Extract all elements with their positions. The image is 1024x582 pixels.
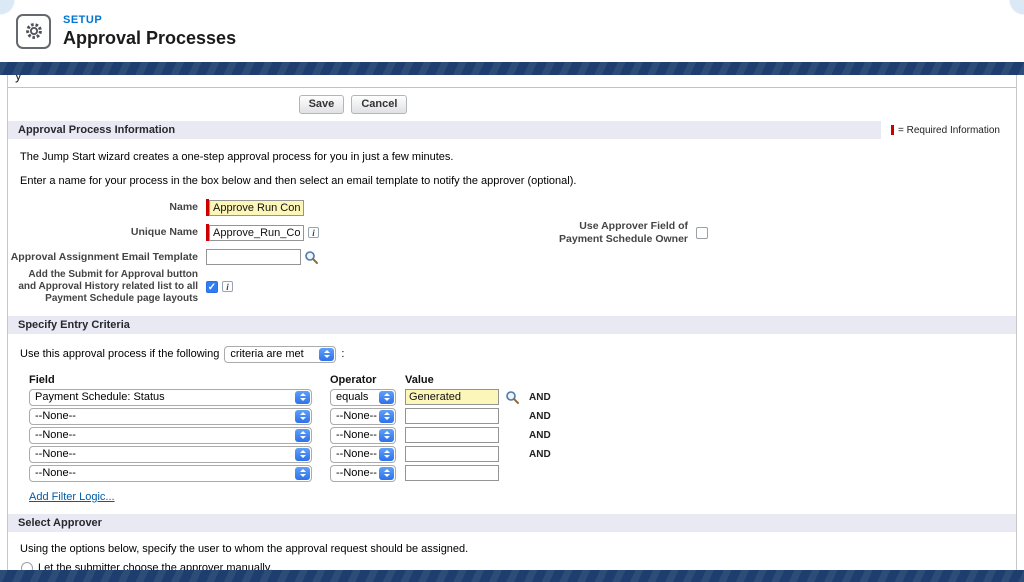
and-label: AND [529, 449, 551, 460]
unique-name-label: Unique Name [8, 226, 206, 239]
criteria-value-input[interactable] [405, 427, 499, 443]
unique-name-input[interactable] [209, 225, 304, 241]
select-arrows-icon [295, 391, 310, 404]
section-header-approval-process-information: Approval Process Information [8, 121, 881, 139]
setup-header: SETUP Approval Processes [0, 0, 1024, 62]
email-template-label: Approval Assignment Email Template [8, 251, 206, 264]
add-submit-checkbox[interactable]: ✓ [206, 281, 218, 293]
criteria-value-input[interactable] [405, 389, 499, 405]
clipped-heading: y [8, 75, 1016, 88]
criteria-row: --None-- --None-- AND [29, 446, 1016, 463]
section-header-row: Approval Process Information = Required … [8, 121, 1016, 139]
and-label: AND [529, 411, 551, 422]
criteria-mode-select[interactable]: criteria are met [224, 346, 336, 363]
add-submit-label: Add the Submit for Approval button and A… [8, 269, 206, 304]
select-arrows-icon [379, 467, 394, 480]
criteria-row: --None-- --None-- [29, 465, 1016, 482]
section-header-select-approver: Select Approver [8, 514, 1016, 532]
criteria-operator-select[interactable]: equals [330, 389, 396, 406]
name-input[interactable] [209, 200, 304, 216]
setup-icon-box [16, 14, 51, 49]
header-titles: SETUP Approval Processes [63, 14, 236, 49]
field-column-header: Field [29, 374, 330, 386]
criteria-row: --None-- --None-- AND [29, 427, 1016, 444]
select-arrows-icon [379, 429, 394, 442]
criteria-lead: Use this approval process if the followi… [20, 346, 1016, 363]
select-arrows-icon [379, 391, 394, 404]
criteria-row: --None-- --None-- AND [29, 408, 1016, 425]
add-filter-logic-link[interactable]: Add Filter Logic... [29, 491, 115, 503]
criteria-field-select[interactable]: --None-- [29, 427, 312, 444]
info-icon[interactable]: i [222, 281, 233, 292]
clipped-heading-text: y [15, 75, 22, 83]
section-header-specify-entry-criteria: Specify Entry Criteria [8, 316, 1016, 334]
criteria-field-select[interactable]: --None-- [29, 408, 312, 425]
info-icon[interactable]: i [308, 227, 319, 238]
criteria-value-input[interactable] [405, 446, 499, 462]
save-button[interactable]: Save [299, 95, 345, 114]
gear-icon [24, 21, 44, 41]
header-divider-strip [0, 62, 1024, 75]
radio-label: Let the submitter choose the approver ma… [38, 562, 273, 570]
select-arrows-icon [319, 348, 334, 361]
criteria-lead-text: Use this approval process if the followi… [20, 348, 219, 360]
process-info-form: Name Unique Name i Use Approver Field of… [8, 199, 1016, 305]
criteria-field-select[interactable]: --None-- [29, 446, 312, 463]
criteria-column-headers: Field Operator Value [29, 374, 1016, 386]
page-title: Approval Processes [63, 28, 236, 49]
lookup-icon[interactable] [304, 250, 319, 265]
select-arrows-icon [379, 448, 394, 461]
select-arrows-icon [295, 410, 310, 423]
criteria-lead-colon: : [341, 348, 344, 360]
select-arrows-icon [295, 448, 310, 461]
criteria-operator-select[interactable]: --None-- [330, 408, 396, 425]
email-template-input[interactable] [206, 249, 301, 265]
criteria-field-select[interactable]: Payment Schedule: Status [29, 389, 312, 406]
value-column-header: Value [405, 374, 434, 386]
required-legend: = Required Information [881, 125, 1016, 136]
intro-line-2: Enter a name for your process in the box… [20, 175, 1016, 187]
criteria-value-input[interactable] [405, 408, 499, 424]
use-approver-field-label: Use Approver Field of Payment Schedule O… [536, 220, 696, 245]
criteria-operator-select[interactable]: --None-- [330, 427, 396, 444]
and-label: AND [529, 392, 551, 403]
select-arrows-icon [295, 467, 310, 480]
select-arrows-icon [295, 429, 310, 442]
criteria-operator-select[interactable]: --None-- [330, 446, 396, 463]
cancel-button[interactable]: Cancel [351, 95, 407, 114]
setup-eyebrow: SETUP [63, 14, 236, 26]
button-row: Save Cancel [8, 95, 698, 115]
criteria-value-input[interactable] [405, 465, 499, 481]
criteria-operator-select[interactable]: --None-- [330, 465, 396, 482]
approver-lead: Using the options below, specify the use… [20, 543, 1016, 555]
criteria-field-select[interactable]: --None-- [29, 465, 312, 482]
approver-option-manual: Let the submitter choose the approver ma… [21, 562, 1016, 570]
required-legend-label: = Required Information [898, 125, 1000, 136]
lookup-icon[interactable] [505, 390, 520, 405]
and-label: AND [529, 430, 551, 441]
footer-strip [0, 570, 1024, 582]
setup-content-frame: y Save Cancel Approval Process Informati… [7, 75, 1017, 570]
criteria-row: Payment Schedule: Status equals AND [29, 389, 1016, 406]
radio-button[interactable] [21, 562, 33, 570]
select-arrows-icon [379, 410, 394, 423]
name-label: Name [8, 201, 206, 214]
operator-column-header: Operator [330, 374, 405, 386]
required-marker-icon [891, 125, 894, 135]
use-approver-field-checkbox[interactable] [696, 227, 708, 239]
intro-line-1: The Jump Start wizard creates a one-step… [20, 151, 1016, 163]
